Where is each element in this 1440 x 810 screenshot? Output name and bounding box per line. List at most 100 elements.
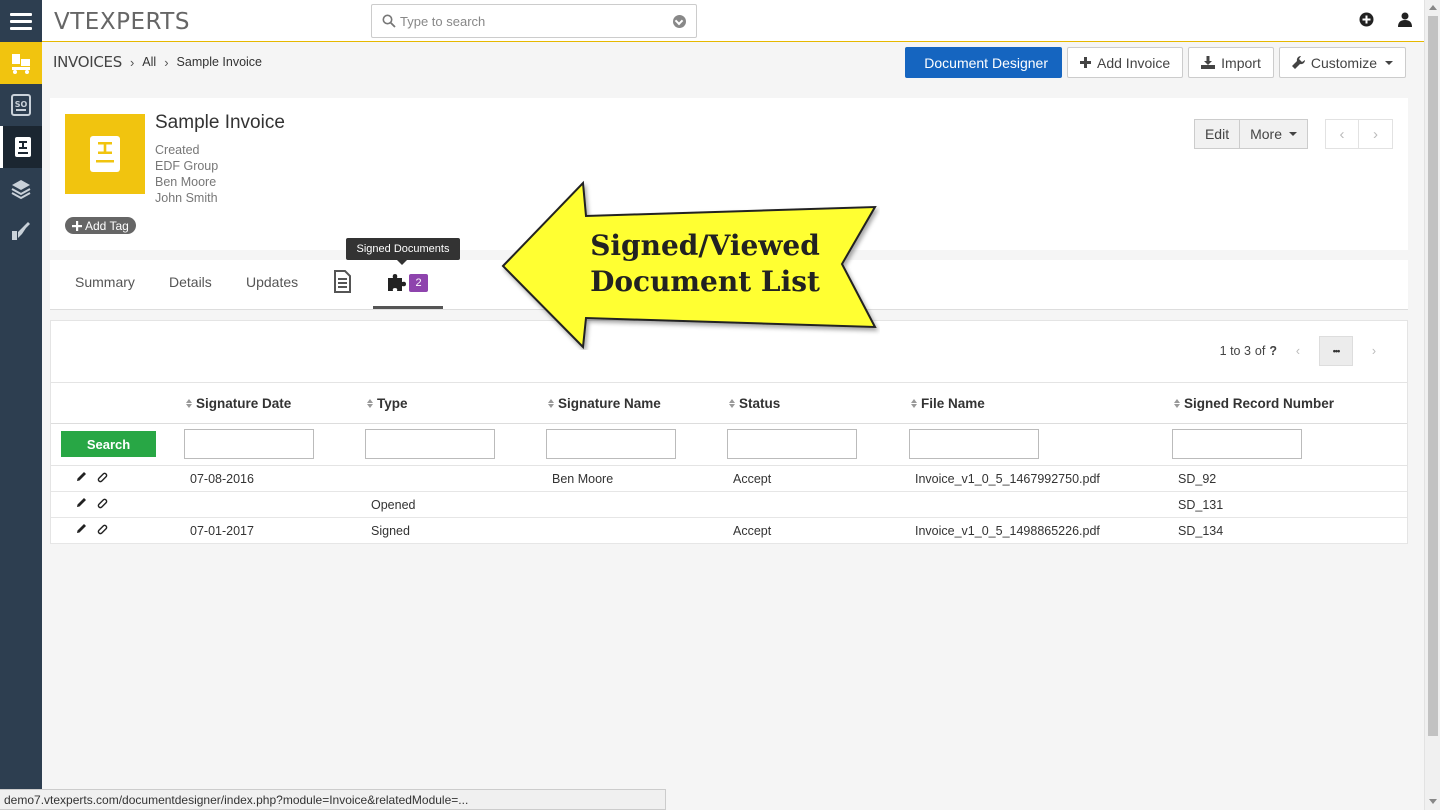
filter-file-name[interactable] [909, 429, 1039, 459]
sales-order-icon[interactable]: SO [0, 84, 42, 126]
cell-signed-record-number: SD_134 [1178, 524, 1224, 538]
scroll-down-icon[interactable] [1429, 799, 1437, 804]
callout-text: Signed/Viewed Document List [560, 228, 850, 300]
menu-icon[interactable] [0, 0, 42, 42]
record-organization[interactable]: EDF Group [155, 159, 218, 173]
import-label: Import [1221, 54, 1261, 71]
cell-status: Accept [733, 472, 772, 486]
left-rail: SO [0, 0, 42, 810]
search-icon [382, 14, 396, 28]
pager-total[interactable]: ? [1269, 344, 1277, 358]
plus-circle-icon [72, 220, 82, 231]
layers-icon[interactable] [0, 168, 42, 210]
record-status: Created [155, 143, 200, 157]
pager-more-button[interactable]: ••• [1319, 336, 1353, 366]
pencil-icon[interactable] [76, 497, 87, 508]
svg-text:SO: SO [15, 100, 28, 109]
caret-down-icon [1385, 60, 1393, 65]
link-icon[interactable] [96, 497, 109, 510]
previous-record-button[interactable]: ‹ [1325, 119, 1359, 149]
more-button[interactable]: More [1240, 119, 1308, 149]
breadcrumb-record: Sample Invoice [176, 55, 263, 69]
column-signed-record-number[interactable]: Signed Record Number [1174, 396, 1334, 411]
global-search[interactable] [371, 4, 697, 38]
filter-signature-name[interactable] [546, 429, 676, 459]
table-row[interactable]: 07-01-2017 Signed Accept Invoice_v1_0_5_… [51, 518, 1407, 544]
link-icon[interactable] [96, 523, 109, 536]
sort-icon [186, 399, 192, 408]
more-label: More [1250, 126, 1282, 142]
search-input[interactable] [400, 11, 660, 31]
pencil-icon[interactable] [76, 523, 87, 534]
vtexperts-logo[interactable]: VTEXPERTS [54, 9, 190, 35]
cell-signed-record-number: SD_92 [1178, 472, 1217, 486]
scroll-up-icon[interactable] [1429, 5, 1437, 10]
top-bar: VTEXPERTS [42, 0, 1424, 42]
callout-line-1: Signed/Viewed [590, 229, 820, 262]
next-record-button[interactable]: › [1359, 119, 1393, 149]
invoice-icon[interactable] [0, 126, 42, 168]
table-header: Signature Date Type Signature Name Statu… [51, 382, 1407, 424]
add-invoice-label: Add Invoice [1097, 54, 1171, 71]
filter-type[interactable] [365, 429, 495, 459]
callout-line-2: Document List [590, 265, 820, 298]
document-designer-label: Document Designer [924, 54, 1048, 71]
search-button[interactable]: Search [61, 431, 156, 457]
browser-status-bar: demo7.vtexperts.com/documentdesigner/ind… [0, 789, 666, 810]
column-signature-date[interactable]: Signature Date [186, 396, 291, 411]
tab-details[interactable]: Details [169, 274, 212, 290]
plus-icon [1080, 57, 1091, 68]
document-tab-icon[interactable] [333, 270, 351, 293]
record-owner: John Smith [155, 191, 218, 205]
sort-icon [911, 399, 917, 408]
sort-icon [548, 399, 554, 408]
page-scrollbar[interactable] [1424, 0, 1440, 810]
cell-file-name: Invoice_v1_0_5_1467992750.pdf [915, 472, 1100, 486]
breadcrumb-module[interactable]: INVOICES [53, 53, 122, 71]
pager-prev-button[interactable]: ‹ [1281, 336, 1315, 366]
add-tag-button[interactable]: Add Tag [65, 217, 136, 234]
cell-signature-date: 07-01-2017 [190, 524, 254, 538]
signed-documents-list: 1 to 3 of ? ‹ ••• › Signature Date Type … [50, 320, 1408, 544]
column-signature-name[interactable]: Signature Name [548, 396, 661, 411]
cell-signed-record-number: SD_131 [1178, 498, 1224, 512]
wrench-icon [1291, 56, 1305, 69]
user-icon[interactable] [1398, 12, 1412, 27]
add-invoice-button[interactable]: Add Invoice [1067, 47, 1184, 78]
download-icon [1201, 56, 1216, 69]
customize-button[interactable]: Customize [1278, 47, 1406, 78]
sort-icon [1174, 399, 1180, 408]
breadcrumb-filter[interactable]: All [142, 55, 156, 69]
active-tab-indicator [373, 306, 443, 309]
scrollbar-thumb[interactable] [1428, 16, 1438, 736]
pager-of: of [1254, 344, 1266, 358]
cell-type: Signed [371, 524, 410, 538]
filter-status[interactable] [727, 429, 857, 459]
column-file-name[interactable]: File Name [911, 396, 985, 411]
filter-signature-date[interactable] [184, 429, 314, 459]
record-contact[interactable]: Ben Moore [155, 175, 216, 189]
link-icon[interactable] [96, 471, 109, 484]
import-button[interactable]: Import [1188, 47, 1274, 78]
pager-next-button[interactable]: › [1357, 336, 1391, 366]
tools-icon[interactable] [0, 210, 42, 252]
cell-file-name: Invoice_v1_0_5_1498865226.pdf [915, 524, 1100, 538]
edit-button[interactable]: Edit [1193, 119, 1241, 149]
record-title: Sample Invoice [155, 112, 285, 133]
cell-type: Opened [371, 498, 416, 512]
filter-signed-record-number[interactable] [1172, 429, 1302, 459]
sales-icon[interactable] [0, 42, 42, 84]
table-row[interactable]: Opened SD_131 [51, 492, 1407, 518]
puzzle-icon[interactable] [386, 271, 408, 293]
list-pager: 1 to 3 of ? ‹ ••• › [1220, 336, 1391, 366]
quick-create-icon[interactable] [1359, 12, 1374, 27]
tab-updates[interactable]: Updates [246, 274, 298, 290]
column-type[interactable]: Type [367, 396, 408, 411]
pencil-icon[interactable] [76, 471, 87, 482]
table-row[interactable]: 07-08-2016 Ben Moore Accept Invoice_v1_0… [51, 466, 1407, 492]
document-designer-button[interactable]: Document Designer [905, 47, 1062, 78]
tab-summary[interactable]: Summary [75, 274, 135, 290]
column-status[interactable]: Status [729, 396, 780, 411]
search-options-icon[interactable] [673, 15, 686, 28]
caret-down-icon [1289, 132, 1297, 136]
